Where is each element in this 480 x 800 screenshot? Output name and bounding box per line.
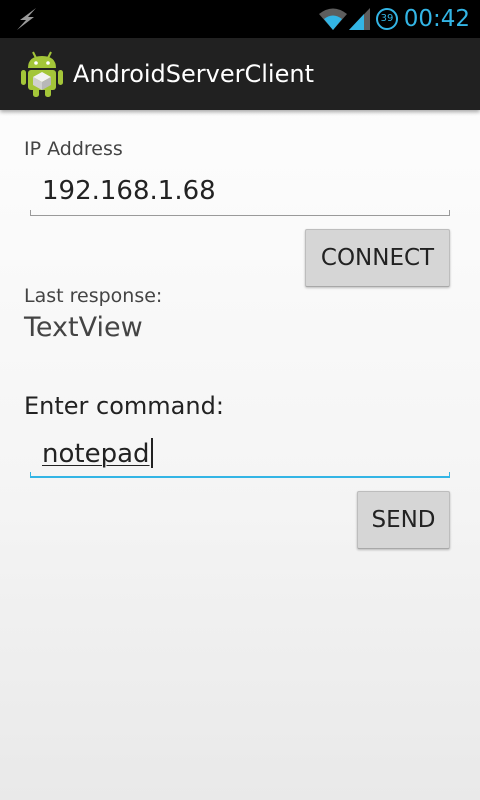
last-response-value: TextView xyxy=(24,312,143,343)
ip-field-tick-left xyxy=(30,210,31,216)
action-bar: AndroidServerClient xyxy=(0,38,480,110)
app-title: AndroidServerClient xyxy=(73,60,314,88)
battery-icon: 39 xyxy=(376,8,398,30)
command-label: Enter command: xyxy=(24,392,224,420)
ip-address-value: 192.168.1.68 xyxy=(42,176,216,206)
connect-button[interactable]: CONNECT xyxy=(305,229,450,287)
command-field-underline xyxy=(30,476,450,478)
ip-address-field[interactable]: 192.168.1.68 xyxy=(30,172,450,216)
usb-debug-icon xyxy=(17,8,36,30)
command-field-tick-right xyxy=(449,472,450,478)
send-button[interactable]: SEND xyxy=(357,491,450,549)
android-robot-icon[interactable] xyxy=(20,50,64,98)
command-input[interactable]: notepad xyxy=(30,434,450,478)
command-value: notepad xyxy=(42,438,153,469)
command-field-tick-left xyxy=(30,472,31,478)
status-time: 00:42 xyxy=(403,6,470,32)
wifi-icon xyxy=(319,8,347,30)
signal-icon xyxy=(349,8,370,30)
ip-field-underline xyxy=(30,215,450,216)
status-bar: 39 00:42 xyxy=(0,0,480,38)
text-caret xyxy=(150,438,153,468)
ip-address-label: IP Address xyxy=(24,138,123,160)
ip-field-tick-right xyxy=(449,210,450,216)
last-response-label: Last response: xyxy=(24,285,163,307)
